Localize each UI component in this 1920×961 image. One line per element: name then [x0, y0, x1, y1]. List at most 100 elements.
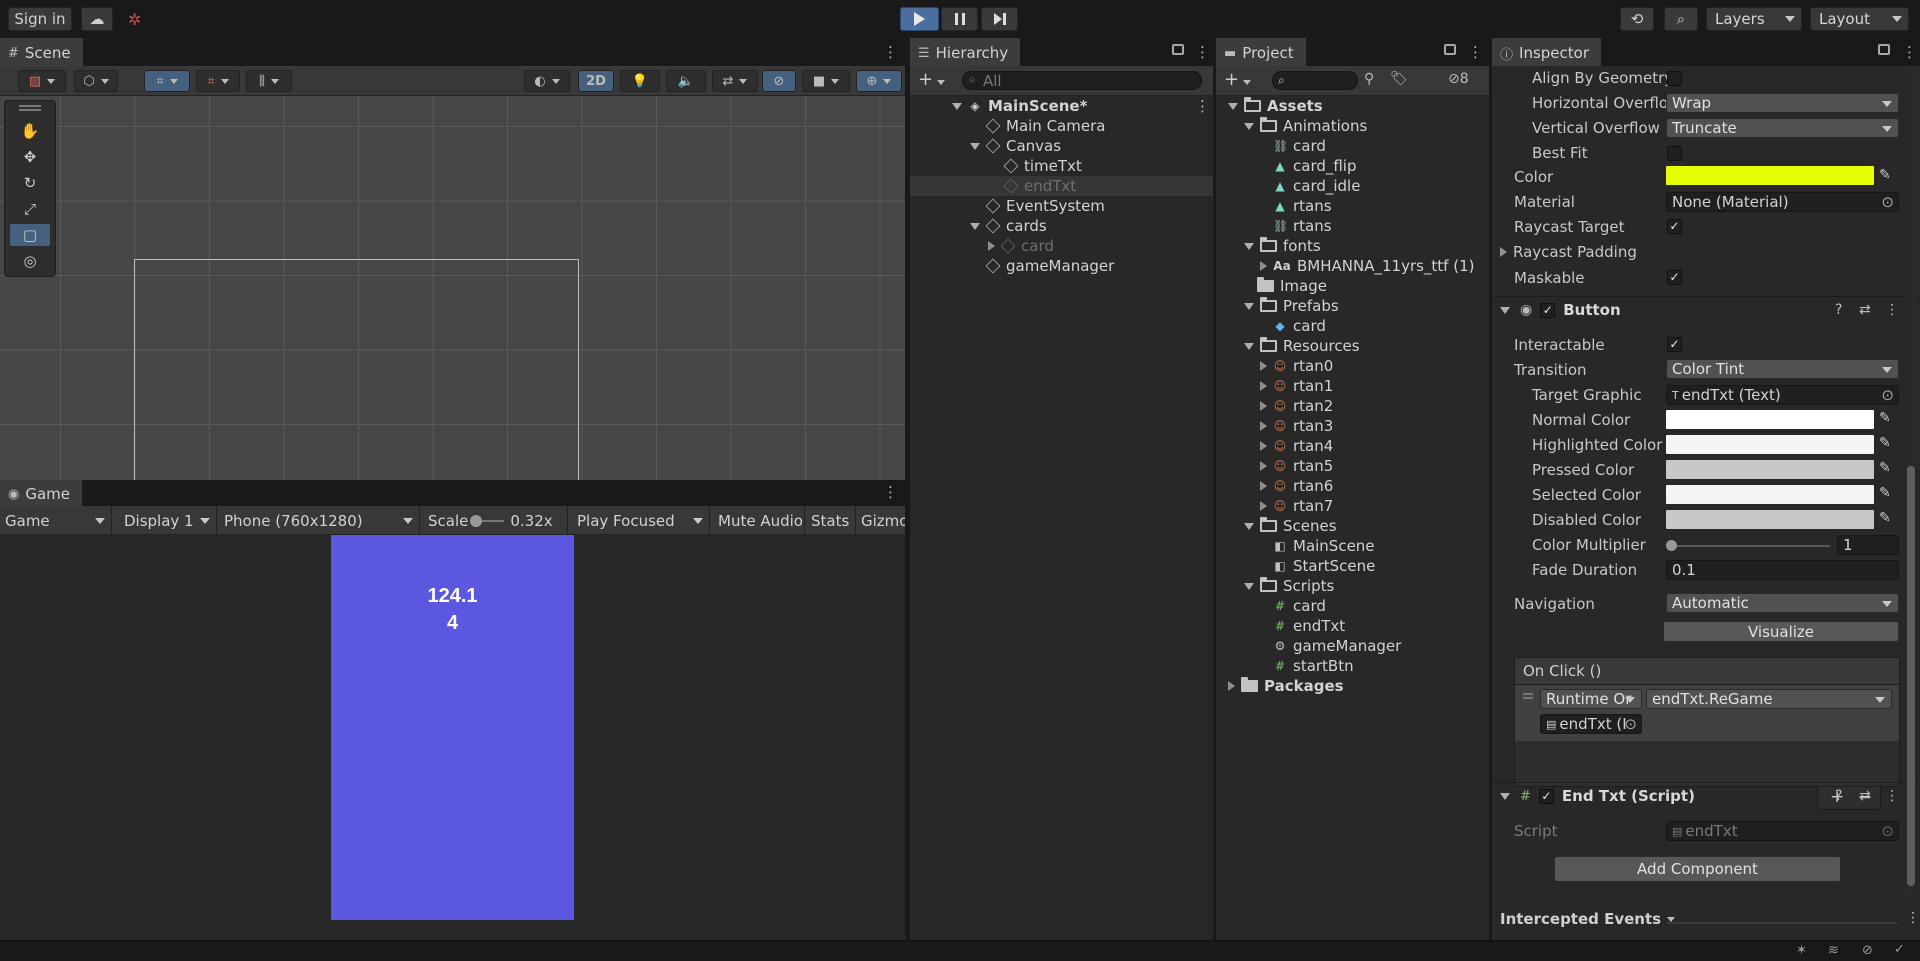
more-icon[interactable]: ⋮	[1906, 910, 1920, 926]
align-button[interactable]: ⫼	[246, 70, 292, 92]
interactable-checkbox[interactable]: ✓	[1667, 337, 1682, 352]
project-item[interactable]: ◆ card	[1216, 316, 1489, 336]
more-icon[interactable]: ⋮	[1468, 43, 1483, 61]
inspector-scrollbar[interactable]	[1906, 66, 1916, 891]
best-fit-checkbox[interactable]	[1667, 146, 1682, 161]
project-item[interactable]: Scenes	[1216, 516, 1489, 536]
project-item[interactable]: ☺ rtan5	[1216, 456, 1489, 476]
align-by-geometry-checkbox[interactable]	[1667, 71, 1682, 86]
object-picker-icon[interactable]: ⊙	[1624, 715, 1637, 733]
scene-viewport[interactable]	[0, 96, 905, 480]
selected-color-swatch[interactable]	[1666, 485, 1874, 504]
expanded-arrow-icon[interactable]	[1244, 342, 1254, 350]
project-item[interactable]: ☺ rtan7	[1216, 496, 1489, 516]
target-graphic-field[interactable]: TendTxt (Text) ⊙	[1666, 385, 1899, 405]
function-dropdown[interactable]: endTxt.ReGame	[1646, 689, 1892, 709]
shading-button[interactable]: ◐	[524, 70, 570, 92]
eyedropper-icon[interactable]: ✎	[1879, 485, 1891, 501]
hierarchy-item[interactable]: endTxt	[910, 176, 1213, 196]
fade-duration-field[interactable]: 0.1	[1666, 560, 1899, 580]
expanded-arrow-icon[interactable]	[1244, 522, 1254, 530]
help-icon[interactable]: ?	[1835, 788, 1842, 804]
hierarchy-item[interactable]: cards	[910, 216, 1213, 236]
collapsed-arrow-icon[interactable]	[1260, 261, 1267, 271]
expanded-arrow-icon[interactable]	[970, 142, 980, 150]
search-button[interactable]: ⌕	[1664, 7, 1698, 31]
play-mode-dropdown[interactable]: Play Focused	[572, 506, 710, 535]
hierarchy-item[interactable]: EventSystem	[910, 196, 1213, 216]
project-item[interactable]: Aa BMHANNA_11yrs_ttf (1)	[1216, 256, 1489, 276]
runtime-dropdown[interactable]: Runtime Or	[1540, 689, 1642, 709]
project-item[interactable]: ⚙ gameManager	[1216, 636, 1489, 656]
color-swatch[interactable]	[1666, 166, 1874, 185]
project-item[interactable]: ▲ card_idle	[1216, 176, 1489, 196]
project-item[interactable]: # endTxt	[1216, 616, 1489, 636]
audio-button[interactable]: 🔈	[666, 70, 706, 92]
project-item[interactable]: Assets	[1216, 96, 1489, 116]
collapsed-arrow-icon[interactable]	[1260, 441, 1267, 451]
game-view[interactable]: 124.1 4	[0, 535, 905, 920]
mute-audio-toggle[interactable]: Mute Audio	[713, 506, 805, 535]
project-item[interactable]: ☺ rtan4	[1216, 436, 1489, 456]
search-by-type-icon[interactable]: ⚲	[1364, 71, 1374, 87]
resolution-dropdown[interactable]: Phone (760x1280)	[219, 506, 420, 535]
eyedropper-icon[interactable]: ✎	[1879, 167, 1891, 183]
cache-icon[interactable]: ≋	[1828, 943, 1839, 958]
expanded-arrow-icon[interactable]	[1244, 122, 1254, 130]
tab-scene[interactable]: # Scene	[0, 38, 83, 66]
scale-slider[interactable]: Scale 0.32x	[423, 506, 568, 535]
project-item[interactable]: ☺ rtan3	[1216, 416, 1489, 436]
gizmos-button[interactable]: ⊕	[856, 70, 902, 92]
lock-icon[interactable]	[1444, 44, 1456, 55]
camera-button[interactable]: ■	[802, 70, 850, 92]
button-enabled-checkbox[interactable]: ✓	[1540, 302, 1556, 318]
step-button[interactable]	[981, 7, 1018, 31]
drag-handle[interactable]	[19, 105, 41, 111]
collapsed-arrow-icon[interactable]	[1260, 501, 1267, 511]
project-item[interactable]: Packages	[1216, 676, 1489, 696]
collapsed-arrow-icon[interactable]	[1260, 421, 1267, 431]
collapsed-arrow-icon[interactable]	[988, 241, 995, 251]
tab-hierarchy[interactable]: ☰ Hierarchy	[910, 38, 1021, 66]
create-button[interactable]: +	[1224, 69, 1252, 90]
project-item[interactable]: Resources	[1216, 336, 1489, 356]
project-item[interactable]: # card	[1216, 596, 1489, 616]
drag-handle-icon[interactable]	[1523, 693, 1533, 699]
pause-button[interactable]	[941, 7, 978, 31]
horizontal-overflow-dropdown[interactable]: Wrap	[1666, 93, 1899, 113]
layers-dropdown[interactable]: Layers	[1706, 7, 1802, 31]
gizmos-toggle[interactable]: Gizmo	[856, 506, 905, 535]
expanded-arrow-icon[interactable]	[952, 102, 962, 110]
hand-tool-icon[interactable]: ✋	[10, 120, 50, 142]
transition-dropdown[interactable]: Color Tint	[1666, 359, 1899, 379]
more-icon[interactable]: ⋮	[1885, 788, 1899, 804]
pressed-color-swatch[interactable]	[1666, 460, 1874, 479]
vertical-overflow-dropdown[interactable]: Truncate	[1666, 118, 1899, 138]
cloud-button[interactable]: ☁	[81, 7, 113, 31]
project-item[interactable]: Image	[1216, 276, 1489, 296]
create-button[interactable]: +	[918, 69, 946, 90]
script-component-header[interactable]: # ✓ End Txt (Script) ? ⇄ ⋮	[1492, 782, 1920, 809]
collapsed-arrow-icon[interactable]	[1228, 681, 1235, 691]
eyedropper-icon[interactable]: ✎	[1879, 435, 1891, 451]
scale-tool-icon[interactable]: ⤢	[10, 198, 50, 220]
color-multiplier-field[interactable]: 1	[1837, 535, 1899, 555]
eyedropper-icon[interactable]: ✎	[1879, 510, 1891, 526]
lock-icon[interactable]	[1172, 44, 1184, 55]
check-icon[interactable]: ✓	[1894, 942, 1905, 957]
hierarchy-search-input[interactable]: ⌕ All	[962, 71, 1202, 90]
undo-history-button[interactable]: ⟲	[1620, 7, 1654, 31]
grid-snap-button[interactable]: ⌗	[144, 70, 190, 92]
object-picker-icon[interactable]: ⊙	[1881, 193, 1894, 211]
rotate-tool-icon[interactable]: ↻	[10, 172, 50, 194]
view-select-dropdown[interactable]: Game	[0, 506, 112, 535]
preset-icon[interactable]: ⇄	[1859, 788, 1871, 804]
collapsed-arrow-icon[interactable]	[1260, 461, 1267, 471]
more-icon[interactable]: ⋮	[1902, 43, 1917, 61]
layout-dropdown[interactable]: Layout	[1810, 7, 1909, 31]
project-item[interactable]: Scripts	[1216, 576, 1489, 596]
eyedropper-icon[interactable]: ✎	[1879, 460, 1891, 476]
draw-mode-button[interactable]: ▨	[18, 70, 66, 92]
visualize-button[interactable]: Visualize	[1663, 621, 1899, 642]
rect-tool-icon[interactable]: ▢	[10, 224, 50, 246]
